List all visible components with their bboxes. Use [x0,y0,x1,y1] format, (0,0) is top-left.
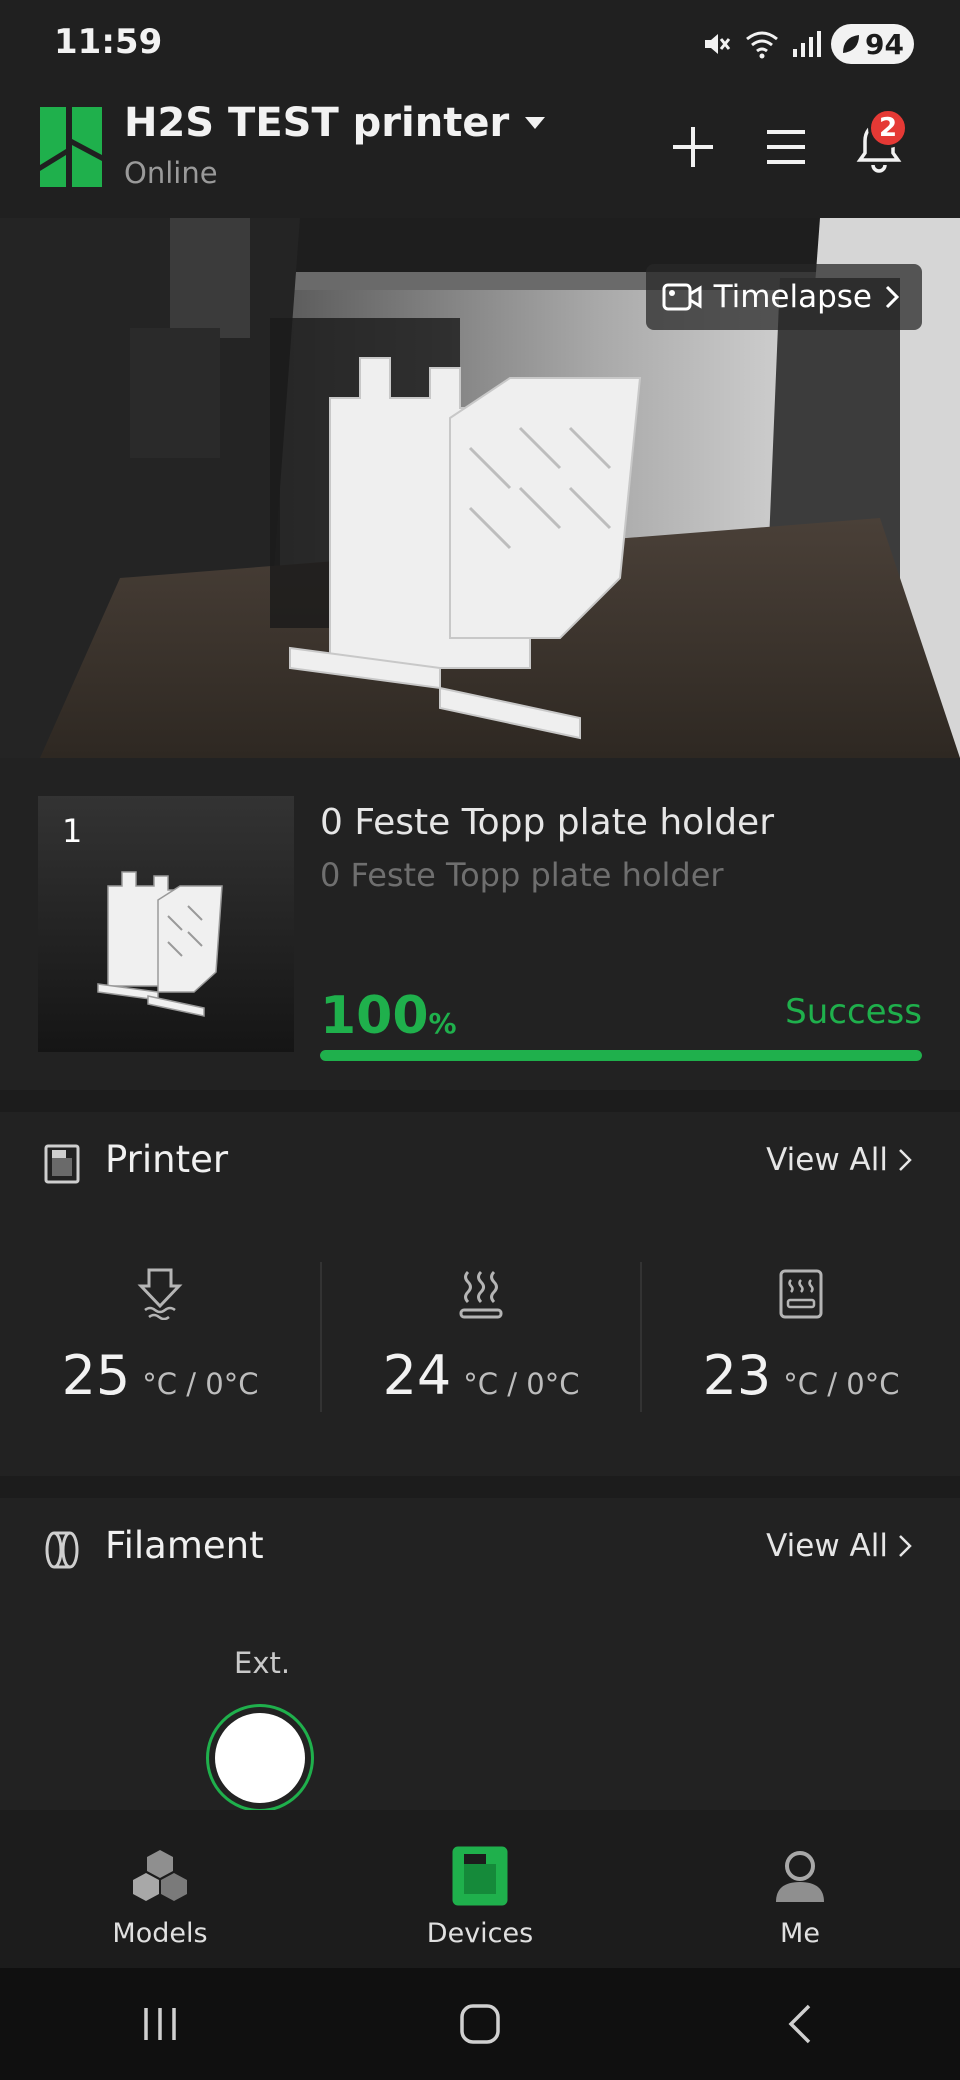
system-navigation-bar [0,1968,960,2080]
bottom-navigation: Models Devices Me [0,1810,960,1968]
nav-devices[interactable]: Devices [320,1810,640,1968]
wifi-icon [746,31,778,59]
home-icon [460,2004,500,2044]
device-icon [452,1846,508,1906]
printer-section: Printer View All 25 °C / 0°C 24 °C / 0°C 2… [0,1112,960,1476]
app-header: H2S TEST printer Online 2 [0,90,960,218]
progress-percent: 100% [320,986,457,1046]
progress-unit: % [428,1007,457,1040]
menu-button[interactable] [751,112,821,182]
chamber-temp-target: °C / 0°C [783,1367,900,1401]
printer-name: H2S TEST printer [124,100,510,146]
filament-view-all-link[interactable]: View All [766,1528,912,1564]
nozzle-icon [137,1268,183,1320]
bed-temp-current: 24 [382,1344,452,1407]
nav-me-label: Me [780,1918,820,1949]
progress-bar-fill [320,1050,922,1061]
camera-feed[interactable]: Timelapse [0,218,960,758]
chevron-right-icon [885,285,900,309]
profile-icon [776,1851,824,1902]
filament-color-swatch [215,1713,305,1803]
nav-models[interactable]: Models [0,1810,320,1968]
chamber-temp-current: 23 [702,1344,772,1407]
notification-badge: 2 [868,108,908,148]
printer-selector[interactable]: H2S TEST printer [124,100,547,146]
status-icons: 94 [699,24,914,64]
nozzle-temp-current: 25 [61,1344,131,1407]
printer-status: Online [124,156,218,190]
printer-section-title: Printer [105,1138,229,1181]
printer-view-all-link[interactable]: View All [766,1142,912,1178]
printer-view-all-label: View All [766,1142,888,1178]
printer-icon [44,1144,80,1184]
bed-temperature[interactable]: 24 °C / 0°C [320,1262,640,1412]
chamber-temperature[interactable]: 23 °C / 0°C [640,1262,960,1412]
filament-section: Filament View All Ext. [0,1498,960,1850]
chevron-right-icon [899,1149,912,1171]
nav-devices-label: Devices [426,1918,534,1949]
job-title: 0 Feste Topp plate holder [320,802,775,843]
nozzle-temp-target: °C / 0°C [142,1367,259,1401]
back-button[interactable] [640,1968,960,2080]
add-button[interactable] [658,112,728,182]
status-time: 11:59 [54,22,163,62]
print-job-card[interactable]: 1 0 Feste Topp plate holder 0 Feste Topp… [0,758,960,1090]
signal-icon [793,31,822,57]
chevron-right-icon [899,1535,912,1557]
external-spool-label: Ext. [234,1646,291,1680]
leaf-icon [843,35,860,53]
bed-temp-target: °C / 0°C [463,1367,580,1401]
chamber-heat-icon [779,1269,823,1319]
home-button[interactable] [320,1968,640,2080]
bambu-logo-icon [40,107,102,187]
battery-indicator: 94 [831,24,914,64]
bed-heat-icon [459,1270,503,1319]
progress-value: 100 [320,986,429,1046]
job-thumbnail: 1 [38,796,294,1052]
nozzle-temperature[interactable]: 25 °C / 0°C [0,1262,320,1412]
menu-icon [767,130,805,164]
back-icon [788,2004,811,2044]
printer-section-header: Printer View All [0,1112,960,1212]
filament-section-title: Filament [105,1524,264,1567]
spool-icon [45,1531,79,1569]
recent-apps-icon [144,2008,176,2040]
job-result: Success [785,992,922,1032]
cubes-icon [133,1850,187,1901]
nav-me[interactable]: Me [640,1810,960,1968]
plate-number: 1 [62,812,83,850]
plus-icon [673,127,713,167]
timelapse-label: Timelapse [713,279,872,315]
status-bar: 11:59 94 [0,0,960,90]
battery-level: 94 [865,27,904,61]
nav-models-label: Models [112,1918,208,1949]
video-camera-icon [662,283,702,311]
filament-section-header: Filament View All [0,1498,960,1598]
temperature-row: 25 °C / 0°C 24 °C / 0°C 23 °C / 0°C [0,1262,960,1412]
caret-down-icon [525,117,546,129]
progress-bar [320,1050,922,1061]
timelapse-button[interactable]: Timelapse [645,264,922,330]
job-subtitle: 0 Feste Topp plate holder [320,856,724,894]
notifications-button[interactable]: 2 [844,108,914,182]
external-spool-slot[interactable] [206,1704,314,1812]
filament-view-all-label: View All [766,1528,888,1564]
mute-icon [705,34,731,54]
recent-apps-button[interactable] [0,1968,320,2080]
